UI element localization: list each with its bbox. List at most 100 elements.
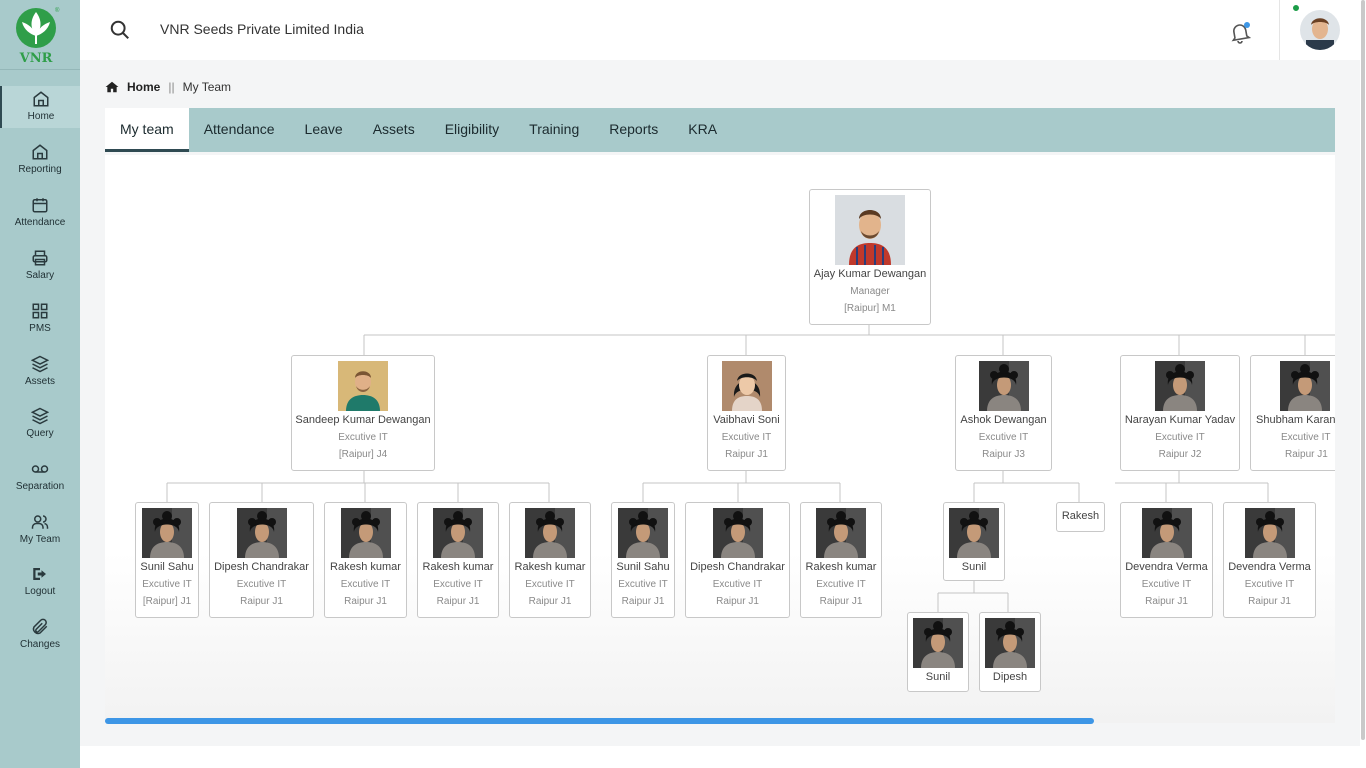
svg-text:®: ® [55,7,60,14]
horizontal-scrollbar[interactable] [105,717,1335,725]
org-card[interactable]: Devendra Verma Excutive IT Raipur J1 [1120,502,1213,618]
employee-photo [1244,508,1295,558]
employee-location: Raipur J1 [1248,596,1291,607]
org-card[interactable]: Dipesh [979,612,1041,692]
sidebar-item-label: Separation [15,481,65,492]
tab-reports[interactable]: Reports [594,108,673,152]
employee-location: [Raipur] J4 [338,449,388,460]
org-card[interactable]: Vaibhavi Soni Excutive IT Raipur J1 [707,355,786,471]
employee-name: Shubham Karan [1256,414,1335,426]
home-icon [33,91,49,107]
employee-photo [340,508,391,558]
avatar[interactable] [1300,10,1340,50]
employee-name: Dipesh Chandrakar [690,561,785,573]
sidebar-item-label: Home [27,111,55,122]
tab-kra[interactable]: KRA [673,108,732,152]
sidebar-item-label: Changes [19,639,61,650]
tab-training[interactable]: Training [514,108,594,152]
users-icon [31,515,49,529]
employee-name: Sunil [925,671,951,683]
voicemail-icon [31,465,49,473]
sidebar-item-assets[interactable]: Assets [0,351,80,397]
org-card[interactable]: Sandeep Kumar Dewangan Excutive IT [Raip… [291,355,435,471]
layers-icon [31,355,49,373]
employee-designation: Excutive IT [142,579,192,590]
breadcrumb-home-link[interactable]: Home [127,80,160,94]
employee-name: Sandeep Kumar Dewangan [295,414,431,426]
sidebar-item-logout[interactable]: Logout [0,561,80,607]
org-card[interactable]: Shubham Karan Excutive IT Raipur J1 [1250,355,1335,471]
employee-location: Raipur J1 [436,596,480,607]
employee-name: Ajay Kumar Dewangan [813,268,927,280]
employee-photo [1280,361,1330,411]
employee-location: Raipur J3 [982,449,1025,460]
employee-photo [835,195,905,265]
employee-designation: Manager [850,286,890,297]
org-card[interactable]: Rakesh kumar Excutive IT Raipur J1 [509,502,591,618]
employee-designation: Excutive IT [1281,432,1331,443]
employee-photo [338,361,388,411]
sidebar-item-attendance[interactable]: Attendance [0,192,80,238]
sidebar-item-separation[interactable]: Separation [0,456,80,502]
org-card[interactable]: Rakesh kumar Excutive IT Raipur J1 [324,502,407,618]
tab-eligibility[interactable]: Eligibility [430,108,514,152]
employee-name: Rakesh kumar [330,561,401,573]
user-avatar-area[interactable] [1279,0,1360,60]
tab-my-team[interactable]: My team [105,108,189,152]
org-card[interactable]: Sunil Sahu Excutive IT [Raipur] J1 [135,502,199,618]
employee-designation: Excutive IT [721,432,772,443]
sidebar: VNR ® Home Reporting Attendance Salary P… [0,0,80,768]
sidebar-item-label: Reporting [18,164,62,175]
grid-icon [32,303,48,319]
employee-name: Rakesh [1061,510,1100,522]
employee-photo [816,508,866,558]
sidebar-item-query[interactable]: Query [0,403,80,449]
employee-designation: Excutive IT [1155,432,1205,443]
sidebar-item-home[interactable]: Home [0,86,80,128]
sidebar-item-reporting[interactable]: Reporting [0,139,80,185]
employee-location: Raipur J1 [344,596,387,607]
vertical-scrollbar[interactable] [1360,0,1366,768]
employee-photo [525,508,575,558]
employee-designation: Excutive IT [1141,579,1192,590]
printer-icon [32,250,48,266]
breadcrumb-separator: || [168,80,175,94]
employee-name: Sunil Sahu [140,561,194,573]
employee-location: Raipur J1 [1285,449,1328,460]
employee-name: Rakesh kumar [805,561,877,573]
vnr-logo[interactable]: VNR ® [0,0,80,70]
tab-attendance[interactable]: Attendance [189,108,290,152]
sidebar-item-pms[interactable]: PMS [0,298,80,344]
org-card[interactable]: Ashok Dewangan Excutive IT Raipur J3 [955,355,1052,471]
employee-name: Rakesh kumar [422,561,494,573]
employee-location: [Raipur] M1 [844,303,896,314]
bell-icon[interactable] [1228,20,1252,44]
employee-designation: Excutive IT [338,432,388,443]
sidebar-item-changes[interactable]: Changes [0,614,80,660]
home-icon[interactable] [105,81,119,93]
employee-name: Sunil Sahu [616,561,670,573]
employee-location: Raipur J1 [819,596,863,607]
org-card[interactable]: Narayan Kumar Yadav Excutive IT Raipur J… [1120,355,1240,471]
org-card[interactable]: Rakesh kumar Excutive IT Raipur J1 [417,502,499,618]
employee-photo [433,508,483,558]
org-card[interactable]: Dipesh Chandrakar Excutive IT Raipur J1 [685,502,790,618]
org-card[interactable]: Rakesh kumar Excutive IT Raipur J1 [800,502,882,618]
org-card[interactable]: Rakesh [1056,502,1105,532]
sidebar-item-my-team[interactable]: My Team [0,509,80,555]
sidebar-item-label: Logout [24,586,56,597]
org-card[interactable]: Sunil [943,502,1005,581]
org-card[interactable]: Sunil [907,612,969,692]
org-card[interactable]: Dipesh Chandrakar Excutive IT Raipur J1 [209,502,314,618]
tab-assets[interactable]: Assets [358,108,430,152]
org-card[interactable]: Sunil Sahu Excutive IT Raipur J1 [611,502,675,618]
horizontal-scroll-thumb[interactable] [105,718,1094,724]
search-icon[interactable] [109,19,131,41]
org-card[interactable]: Devendra Verma Excutive IT Raipur J1 [1223,502,1316,618]
employee-photo [949,508,999,558]
sidebar-item-salary[interactable]: Salary [0,245,80,291]
tab-leave[interactable]: Leave [290,108,358,152]
vertical-scroll-thumb[interactable] [1361,0,1365,740]
org-card-root[interactable]: Ajay Kumar Dewangan Manager [Raipur] M1 [809,189,931,325]
employee-designation: Excutive IT [525,579,575,590]
